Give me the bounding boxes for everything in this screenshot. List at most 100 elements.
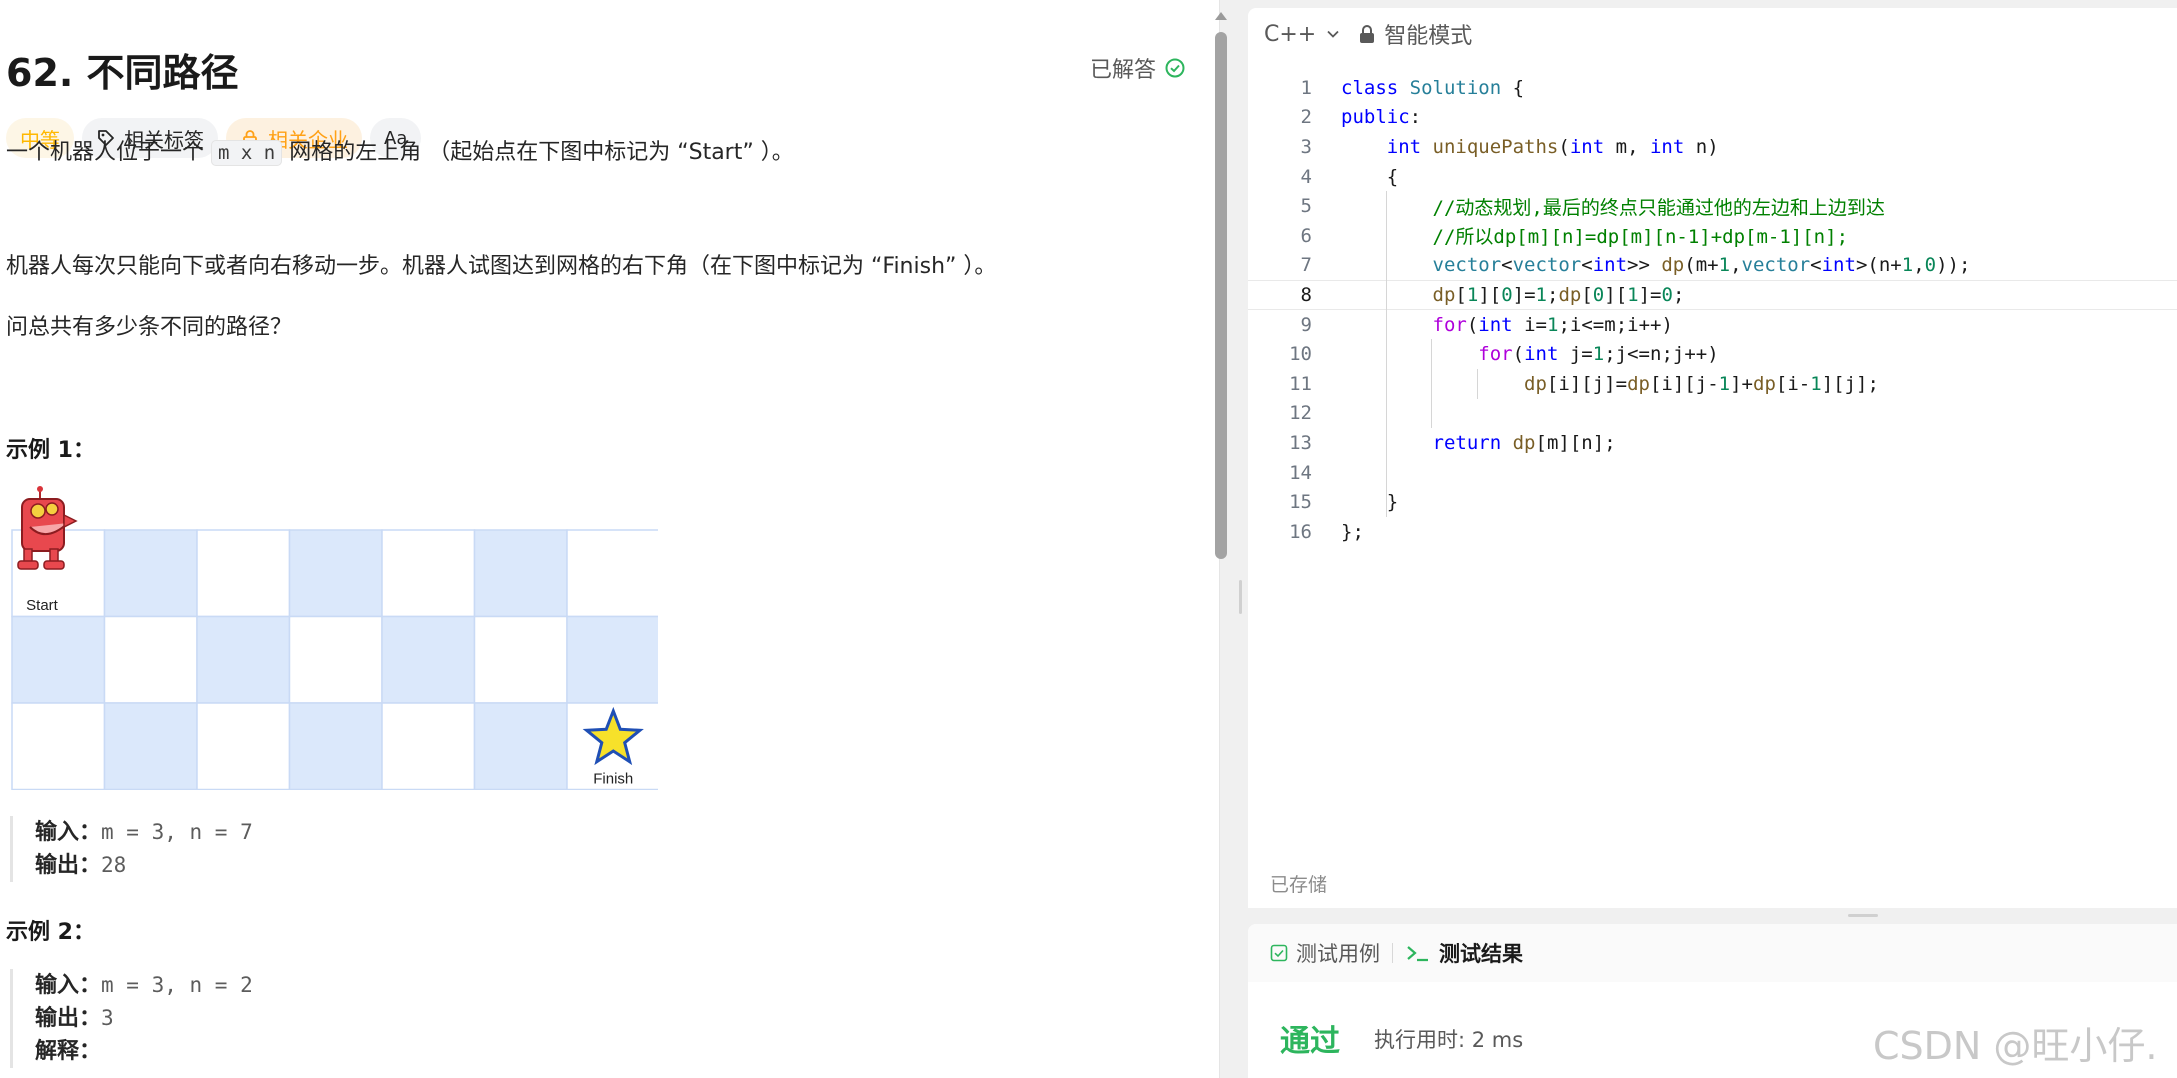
line-number: 2 (1300, 106, 1312, 129)
result-tabs: 测试用例 测试结果 (1248, 924, 2177, 982)
description-line-3: 问总共有多少条不同的路径？ (6, 315, 293, 340)
indent-guide (1386, 191, 1388, 517)
code-text: return dp[m][n]; (1432, 431, 1616, 454)
code-line[interactable]: 11 dp[i][j]=dp[i][j-1]+dp[i-1][j]; (1248, 369, 2177, 399)
tab-testcase[interactable]: 测试用例 (1270, 938, 1380, 968)
grid-cell (103, 702, 198, 791)
example-1-output: 28 (101, 853, 127, 877)
code-text: dp[1][0]=1;dp[0][1]=0; (1432, 283, 1685, 306)
tab-test-result[interactable]: 测试结果 (1405, 938, 1523, 968)
grid-cell (196, 529, 291, 618)
grid-size-code: m x n (211, 140, 283, 166)
verdict-accepted: 通过 (1280, 1024, 1340, 1059)
code-line[interactable]: 8 dp[1][0]=1;dp[0][1]=0; (1248, 280, 2177, 310)
code-text: //动态规划,最后的终点只能通过他的左边和上边到达 (1432, 196, 1885, 219)
line-number: 3 (1300, 135, 1312, 158)
result-panel-grip[interactable] (1848, 914, 1878, 917)
grid-cell (381, 615, 476, 704)
tab-divider (1392, 943, 1393, 963)
grid-cell (473, 615, 568, 704)
grid-cell (381, 529, 476, 618)
code-text: for(int j=1;j<=n;j++) (1478, 343, 1719, 366)
title-row: 62. 不同路径 已解答 (6, 42, 1186, 95)
line-number: 6 (1300, 224, 1312, 247)
code-line[interactable]: 1 class Solution { (1248, 73, 2177, 103)
line-number: 16 (1289, 520, 1312, 543)
csdn-watermark: CSDN @旺小仔. (1873, 1024, 2158, 1068)
line-number: 13 (1289, 431, 1312, 454)
example-1-output-label: 输出： (35, 853, 102, 878)
grid-image: Start Finish (11, 486, 661, 791)
grid-illustration: Start Finish (10, 485, 661, 791)
tab-test-result-label: 测试结果 (1439, 942, 1523, 966)
line-number: 7 (1300, 254, 1312, 277)
desc1-before: 一个机器人位于一个 (6, 140, 205, 165)
description-line-2: 机器人每次只能向下或者向右移动一步。机器人试图达到网格的右下角（在下图中标记为 … (6, 254, 997, 279)
smart-mode-label: 智能模式 (1384, 24, 1473, 49)
line-number: 14 (1289, 461, 1312, 484)
example-2-output: 3 (101, 1006, 114, 1030)
description-line-1: 一个机器人位于一个 m x n 网格的左上角 （起始点在下图中标记为 “Star… (6, 134, 794, 166)
tab-testcase-label: 测试用例 (1296, 942, 1380, 966)
scroll-up-arrow-icon[interactable] (1215, 12, 1227, 20)
problem-title: 62. 不同路径 (6, 51, 239, 95)
editor-toolbar: C++ 智能模式 (1248, 8, 2177, 60)
code-line[interactable]: 14 (1248, 458, 2177, 488)
problem-scrollbar-thumb[interactable] (1215, 32, 1227, 559)
problem-panel: 62. 不同路径 已解答 中等 相关标签 相关企业 Aa 一个机器人位于一个 m… (0, 0, 1220, 1078)
code-area[interactable]: 1 class Solution {2 public: 3 int uniquePat… (1248, 73, 2177, 593)
code-text: } (1341, 491, 1399, 514)
saved-indicator: 已存储 (1270, 874, 1328, 896)
example-1-block: 输入：m = 3, n = 7 输出：28 (10, 816, 253, 882)
code-text: //所以dp[m][n]=dp[m][n-1]+dp[m-1][n]; (1432, 226, 1849, 249)
grid-cell (103, 529, 198, 618)
code-text: int uniquePaths(int m, int n) (1386, 135, 1719, 158)
example-1-title: 示例 1： (6, 438, 95, 463)
line-number: 12 (1289, 402, 1312, 425)
code-line[interactable]: 16}; (1248, 517, 2177, 547)
code-line[interactable]: 15 } (1248, 487, 2177, 517)
grid-cell (381, 702, 476, 791)
code-line[interactable]: 4 { (1248, 162, 2177, 192)
example-2-explain-label: 解释： (35, 1039, 102, 1064)
line-number: 4 (1300, 165, 1312, 188)
language-selector[interactable]: C++ (1264, 22, 1340, 47)
example-2-output-label: 输出： (35, 1006, 102, 1031)
code-line[interactable]: 7 vector<vector<int>> dp(m+1,vector<int>… (1248, 251, 2177, 281)
grid-cell (566, 615, 661, 704)
start-label: Start (26, 597, 59, 614)
code-line[interactable]: 13 return dp[m][n]; (1248, 428, 2177, 458)
panel-splitter[interactable] (1236, 0, 1248, 1078)
indent-guide (1431, 339, 1433, 429)
splitter-grip[interactable] (1239, 580, 1242, 614)
code-line[interactable]: 3 int uniquePaths(int m, int n) (1248, 132, 2177, 162)
grid-cell (473, 529, 568, 618)
code-line[interactable]: 5 //动态规划,最后的终点只能通过他的左边和上边到达 (1248, 191, 2177, 221)
desc1-after: 网格的左上角 （起始点在下图中标记为 “Start” ）。 (289, 140, 794, 165)
code-line[interactable]: 12 (1248, 399, 2177, 429)
terminal-icon (1407, 946, 1428, 962)
solved-status: 已解答 (1090, 52, 1186, 84)
code-line[interactable]: 6 //所以dp[m][n]=dp[m][n-1]+dp[m-1][n]; (1248, 221, 2177, 251)
line-number: 11 (1289, 372, 1312, 395)
solved-label: 已解答 (1089, 58, 1156, 83)
chevron-down-icon (1327, 30, 1339, 38)
indent-guide (1476, 369, 1478, 399)
finish-label: Finish (593, 771, 633, 788)
code-line[interactable]: 10 for(int j=1;j<=n;j++) (1248, 339, 2177, 369)
code-editor-panel: C++ 智能模式 1 class Solution {2 public: 3 int … (1248, 8, 2177, 908)
example-1-input: m = 3, n = 7 (101, 820, 253, 844)
grid-cell (288, 702, 383, 791)
code-line[interactable]: 2 public: (1248, 103, 2177, 133)
code-line[interactable]: 9 for(int i=1;i<=m;i++) (1248, 310, 2177, 340)
grid-cell (288, 615, 383, 704)
code-text: dp[i][j]=dp[i][j-1]+dp[i-1][j]; (1524, 372, 1879, 395)
smart-mode-toggle[interactable]: 智能模式 (1358, 18, 1472, 50)
line-number: 10 (1289, 343, 1312, 366)
grid-cell (103, 615, 198, 704)
example-2-input: m = 3, n = 2 (101, 973, 253, 997)
lock-icon (1360, 25, 1375, 43)
example-2-input-label: 输入： (35, 973, 102, 998)
grid-cell (196, 702, 291, 791)
line-number: 9 (1300, 313, 1312, 336)
